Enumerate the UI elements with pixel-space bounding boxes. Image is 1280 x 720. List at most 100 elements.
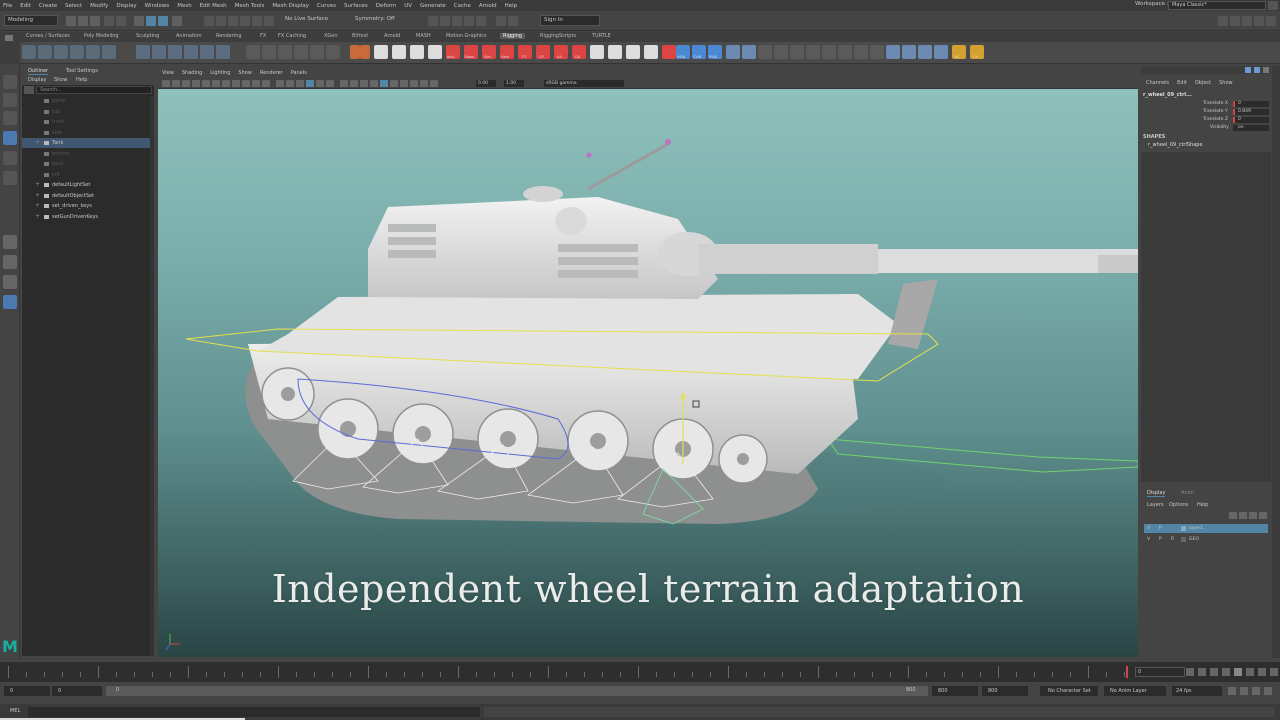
command-input[interactable]: [28, 707, 480, 717]
shelf-tab-motion-graphics[interactable]: Motion Graphics: [446, 33, 487, 39]
layer-visibility-toggle[interactable]: V: [1147, 524, 1150, 533]
single-perspective-layout-icon[interactable]: [3, 235, 17, 249]
range-slider[interactable]: 0 800: [106, 686, 928, 696]
ambient-occlusion-icon[interactable]: [340, 80, 348, 87]
selection-mask-icon[interactable]: [172, 16, 182, 26]
image-plane-icon[interactable]: [192, 80, 200, 87]
command-language-label[interactable]: MEL: [10, 708, 20, 714]
playback-end-field[interactable]: 800: [932, 686, 978, 696]
isolate-select-icon[interactable]: [380, 80, 388, 87]
locator-icon[interactable]: [350, 45, 360, 59]
current-time-marker[interactable]: [1126, 666, 1128, 678]
layer-color-swatch[interactable]: [1181, 526, 1186, 531]
menu-file[interactable]: File: [3, 3, 12, 9]
sound-icon[interactable]: [1252, 687, 1260, 695]
layer-color-swatch[interactable]: [1181, 537, 1186, 542]
blend-shape-icon[interactable]: [216, 45, 230, 59]
menu-arnold[interactable]: Arnold: [479, 3, 497, 9]
ipr-render-icon[interactable]: [452, 16, 462, 26]
current-frame-field[interactable]: 0: [1135, 667, 1185, 677]
pole-vector-icon[interactable]: [326, 45, 340, 59]
anim-preferences-icon[interactable]: [1264, 687, 1272, 695]
render-settings-icon[interactable]: [464, 16, 474, 26]
outliner-item[interactable]: + set_driven_keys: [22, 201, 154, 211]
outliner-menu-show[interactable]: Show: [54, 77, 68, 83]
live-surface-field[interactable]: No Live Surface: [282, 15, 342, 26]
viewport-menu-view[interactable]: View: [162, 70, 174, 76]
shelf-tab-riggingscripts[interactable]: RiggingScripts: [540, 33, 576, 39]
shelf-tab-fx[interactable]: FX: [260, 33, 266, 39]
shelf-tab-curves-surfaces[interactable]: Curves / Surfaces: [26, 33, 70, 39]
select-camera-icon[interactable]: [162, 80, 170, 87]
color-space-dropdown[interactable]: sRGB gamma: [544, 80, 624, 87]
attr-value-translate-y[interactable]: 0.849: [1233, 109, 1269, 115]
workspace-dropdown[interactable]: Maya Classic*: [1168, 1, 1266, 10]
outliner-item[interactable]: side: [22, 128, 154, 138]
new-scene-icon[interactable]: [66, 16, 76, 26]
bookmarks-icon[interactable]: [182, 80, 190, 87]
wireframe-on-shaded-icon[interactable]: [296, 80, 304, 87]
shelf-tab-mash[interactable]: MASH: [416, 33, 431, 39]
menu-curves[interactable]: Curves: [317, 3, 336, 9]
workspace-lock-icon[interactable]: [1268, 1, 1278, 10]
outliner-search-input[interactable]: Search...: [36, 86, 152, 94]
go-to-end-icon[interactable]: [1270, 668, 1278, 676]
shelf-tab-rigging[interactable]: Rigging: [500, 33, 525, 39]
expand-toggle-icon[interactable]: +: [35, 138, 40, 148]
attr-value-translate-x[interactable]: 0: [1233, 101, 1269, 107]
shelf-button-red-curve[interactable]: [662, 45, 676, 59]
shelf-tab-arnold[interactable]: Arnold: [384, 33, 400, 39]
mirror-joint-icon[interactable]: [70, 45, 84, 59]
gamma-field[interactable]: 1.00: [504, 80, 524, 87]
tab-outliner[interactable]: Outliner: [28, 68, 49, 75]
resolution-gate-icon[interactable]: [222, 80, 230, 87]
rotate-tool-icon[interactable]: [3, 151, 17, 165]
outliner-item[interactable]: front: [22, 117, 154, 127]
layer-display-type[interactable]: R: [1171, 535, 1174, 544]
shelf-button-blue-d[interactable]: [918, 45, 932, 59]
play-forwards-icon[interactable]: [1234, 668, 1242, 676]
shelf-tab-sculpting[interactable]: Sculpting: [136, 33, 159, 39]
layer-menu-options[interactable]: Options: [1169, 502, 1188, 508]
exposure-field[interactable]: 0.00: [476, 80, 496, 87]
channel-box-toggle-icon[interactable]: [1242, 16, 1252, 26]
outliner-item[interactable]: + Tank: [22, 138, 154, 148]
expand-toggle-icon[interactable]: +: [35, 201, 40, 211]
viewport-menu-renderer[interactable]: Renderer: [260, 70, 283, 76]
outliner-menu-display[interactable]: Display: [28, 77, 46, 83]
render-view-icon[interactable]: [428, 16, 438, 26]
grid-toggle-icon[interactable]: [202, 80, 210, 87]
modeling-toolkit-toggle-icon[interactable]: [1254, 16, 1264, 26]
menu-create[interactable]: Create: [39, 3, 57, 9]
side-panel-tabs[interactable]: [1272, 66, 1280, 658]
menu-uv[interactable]: UV: [404, 3, 412, 9]
channel-box-close-icon[interactable]: [1263, 67, 1269, 73]
paint-select-icon[interactable]: [3, 111, 17, 125]
field-chart-icon[interactable]: [242, 80, 250, 87]
joint-tool-icon[interactable]: [22, 45, 36, 59]
layer-tab-display[interactable]: Display: [1147, 490, 1166, 497]
snap-point-icon[interactable]: [228, 16, 238, 26]
menu-select[interactable]: Select: [65, 3, 82, 9]
layer-tab-anim[interactable]: Anim: [1181, 490, 1194, 496]
save-scene-icon[interactable]: [90, 16, 100, 26]
play-backwards-icon[interactable]: [1222, 668, 1230, 676]
character-controls-icon[interactable]: [508, 16, 518, 26]
scale-constraint-icon[interactable]: [294, 45, 308, 59]
two-view-layout-icon[interactable]: [3, 275, 17, 289]
outliner-menu-help[interactable]: Help: [76, 77, 87, 83]
menu-modify[interactable]: Modify: [90, 3, 108, 9]
shelf-tab-turtle[interactable]: TURTLE: [592, 33, 611, 39]
layer-playback-toggle[interactable]: P: [1159, 524, 1162, 533]
shelf-button-arrow-f[interactable]: [838, 45, 852, 59]
outliner-item[interactable]: + defaultObjectSet: [22, 191, 154, 201]
shelf-button-arrow-e[interactable]: [822, 45, 836, 59]
snap-projected-icon[interactable]: [240, 16, 250, 26]
symmetry-dropdown[interactable]: Symmetry: Off: [352, 15, 408, 26]
safe-title-icon[interactable]: [262, 80, 270, 87]
snap-grid-icon[interactable]: [204, 16, 214, 26]
sign-in-dropdown[interactable]: Sign In: [540, 15, 600, 26]
lasso-tool-icon[interactable]: [3, 93, 17, 107]
point-constraint-icon[interactable]: [262, 45, 276, 59]
time-slider[interactable]: 0: [0, 662, 1280, 682]
